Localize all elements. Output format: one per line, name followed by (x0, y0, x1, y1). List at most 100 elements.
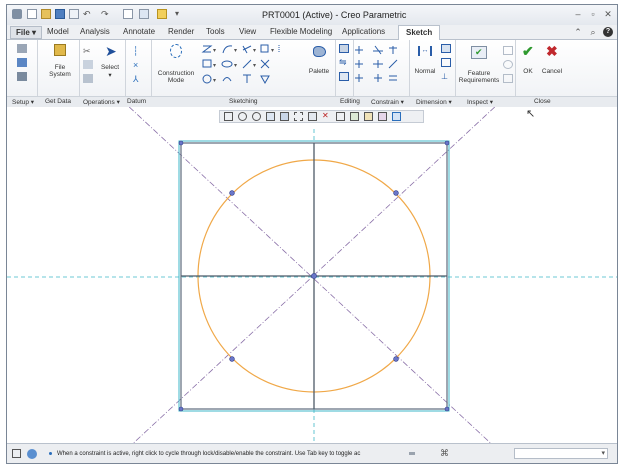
group-inspect[interactable]: Inspect ▾ (467, 98, 493, 106)
select-button[interactable]: ➤ Select ▾ (97, 42, 123, 86)
tab-applications[interactable]: Applications (342, 27, 385, 36)
circle-intersection-nw[interactable] (229, 190, 235, 196)
construction-mode-button[interactable]: Construction Mode (155, 42, 197, 86)
equal-icon[interactable] (374, 74, 382, 82)
vertical-constraint-icon[interactable] (355, 46, 363, 54)
highlight-open-ends-icon[interactable] (503, 60, 513, 69)
save-icon[interactable] (55, 9, 65, 19)
help-icon[interactable]: ? (603, 27, 613, 37)
vertex-bottom-left[interactable] (178, 406, 184, 412)
feature-requirements-button[interactable]: ✔ Feature Requirements (457, 42, 501, 86)
sketch-view-icon[interactable] (17, 72, 27, 81)
rectangle-icon[interactable] (202, 59, 212, 68)
ok-button[interactable]: ✔ OK (517, 42, 539, 86)
close-window-icon[interactable] (157, 9, 167, 19)
redo-icon[interactable]: ↷ (101, 9, 111, 19)
parallel-icon[interactable] (389, 75, 397, 81)
tab-tools[interactable]: Tools (206, 27, 225, 36)
symmetric-icon[interactable] (355, 74, 363, 82)
group-operations[interactable]: Operations ▾ (83, 98, 120, 106)
group-get-data: Get Data (45, 98, 72, 105)
find-icon[interactable]: ⌘ (440, 448, 450, 459)
group-setup[interactable]: Setup ▾ (12, 98, 34, 106)
group-separator (151, 40, 152, 96)
tab-file[interactable]: File ▾ (10, 26, 43, 39)
perpendicular-icon[interactable] (373, 45, 383, 55)
palette-button[interactable]: Palette (305, 42, 333, 86)
vertex-top-right[interactable] (444, 140, 450, 146)
group-editing: Editing (340, 98, 360, 105)
center-point[interactable] (311, 273, 317, 279)
cancel-button[interactable]: ✖ Cancel (539, 42, 565, 86)
message-bullet-icon (49, 452, 52, 455)
paste-icon[interactable] (83, 74, 93, 83)
midpoint-icon[interactable] (373, 60, 383, 68)
customize-qat-icon[interactable]: ▾ (175, 9, 185, 19)
point-icon[interactable] (243, 74, 251, 83)
shade-closed-loops-icon[interactable] (503, 74, 513, 83)
tab-model[interactable]: Model (47, 27, 69, 36)
mirror-icon[interactable]: ⇋ (339, 58, 349, 67)
show-browser-icon[interactable] (27, 449, 37, 459)
normal-dimension-button[interactable]: ↔ Normal (411, 42, 439, 86)
regenerate-icon[interactable] (123, 9, 133, 19)
chamfer-icon[interactable] (242, 59, 252, 69)
restore-icon[interactable]: ▫ (588, 9, 598, 19)
offset-icon[interactable] (260, 44, 269, 53)
vertex-bottom-right[interactable] (444, 406, 450, 412)
file-system-icon (54, 44, 66, 56)
overlapping-geometry-icon[interactable] (503, 46, 513, 55)
ellipse-icon[interactable] (221, 60, 233, 68)
datum-coordsys-icon[interactable]: ⅄ (133, 74, 143, 84)
fillet-icon[interactable] (242, 45, 252, 54)
copy-icon[interactable] (83, 60, 93, 69)
circle-intersection-ne[interactable] (393, 190, 399, 196)
spline-icon[interactable] (222, 77, 232, 82)
divide-icon[interactable] (339, 72, 349, 81)
show-navigator-icon[interactable] (12, 449, 21, 458)
text-icon[interactable] (260, 75, 270, 85)
collapse-ribbon-icon[interactable]: ⌃ (573, 27, 583, 37)
datum-centerline-icon[interactable]: ┆ (133, 46, 143, 56)
new-file-icon[interactable] (27, 9, 37, 19)
horizontal-constraint-icon[interactable] (355, 60, 363, 68)
tab-render[interactable]: Render (168, 27, 194, 36)
open-folder-icon[interactable] (41, 9, 51, 19)
datum-point-icon[interactable]: × (133, 60, 143, 70)
tab-annotate[interactable]: Annotate (123, 27, 155, 36)
file-system-button[interactable]: File System (45, 42, 75, 86)
line-icon[interactable] (201, 45, 213, 53)
print-icon[interactable] (69, 9, 79, 19)
perimeter-icon[interactable] (441, 44, 451, 53)
circle-icon[interactable] (202, 74, 212, 84)
thicken-icon[interactable] (260, 59, 270, 69)
tab-sketch[interactable]: Sketch (398, 25, 441, 40)
vertex-top-left[interactable] (178, 140, 184, 146)
group-constrain[interactable]: Constrain ▾ (371, 98, 404, 106)
circle-intersection-se[interactable] (393, 356, 399, 362)
svg-text:▾: ▾ (234, 48, 237, 54)
modify-icon[interactable] (339, 44, 349, 53)
graphics-window[interactable]: ✕ ↖ (7, 107, 617, 443)
sketch-setup-icon[interactable] (17, 44, 27, 53)
reference-dimension-icon[interactable] (441, 58, 451, 67)
coincident-icon[interactable] (388, 59, 398, 69)
cut-icon[interactable]: ✂ (83, 46, 93, 56)
selection-filter-dropdown[interactable]: ▾ (514, 448, 608, 459)
tab-analysis[interactable]: Analysis (80, 27, 110, 36)
baseline-icon[interactable]: ⊥ (441, 72, 451, 81)
tangent-icon[interactable] (389, 46, 397, 54)
references-icon[interactable] (17, 58, 27, 67)
search-icon[interactable]: ⌕ (588, 27, 598, 37)
arc-icon[interactable] (222, 45, 233, 54)
circle-intersection-sw[interactable] (229, 356, 235, 362)
tab-view[interactable]: View (239, 27, 256, 36)
close-icon[interactable]: ✕ (603, 9, 613, 19)
select-dropdown-icon: ▾ (108, 72, 112, 79)
windows-icon[interactable] (139, 9, 149, 19)
ok-label: OK (523, 68, 533, 75)
group-dimension[interactable]: Dimension ▾ (416, 98, 452, 106)
undo-icon[interactable]: ↶ (83, 9, 93, 19)
minimize-icon[interactable]: – (573, 9, 583, 19)
tab-flexible-modeling[interactable]: Flexible Modeling (270, 27, 332, 36)
